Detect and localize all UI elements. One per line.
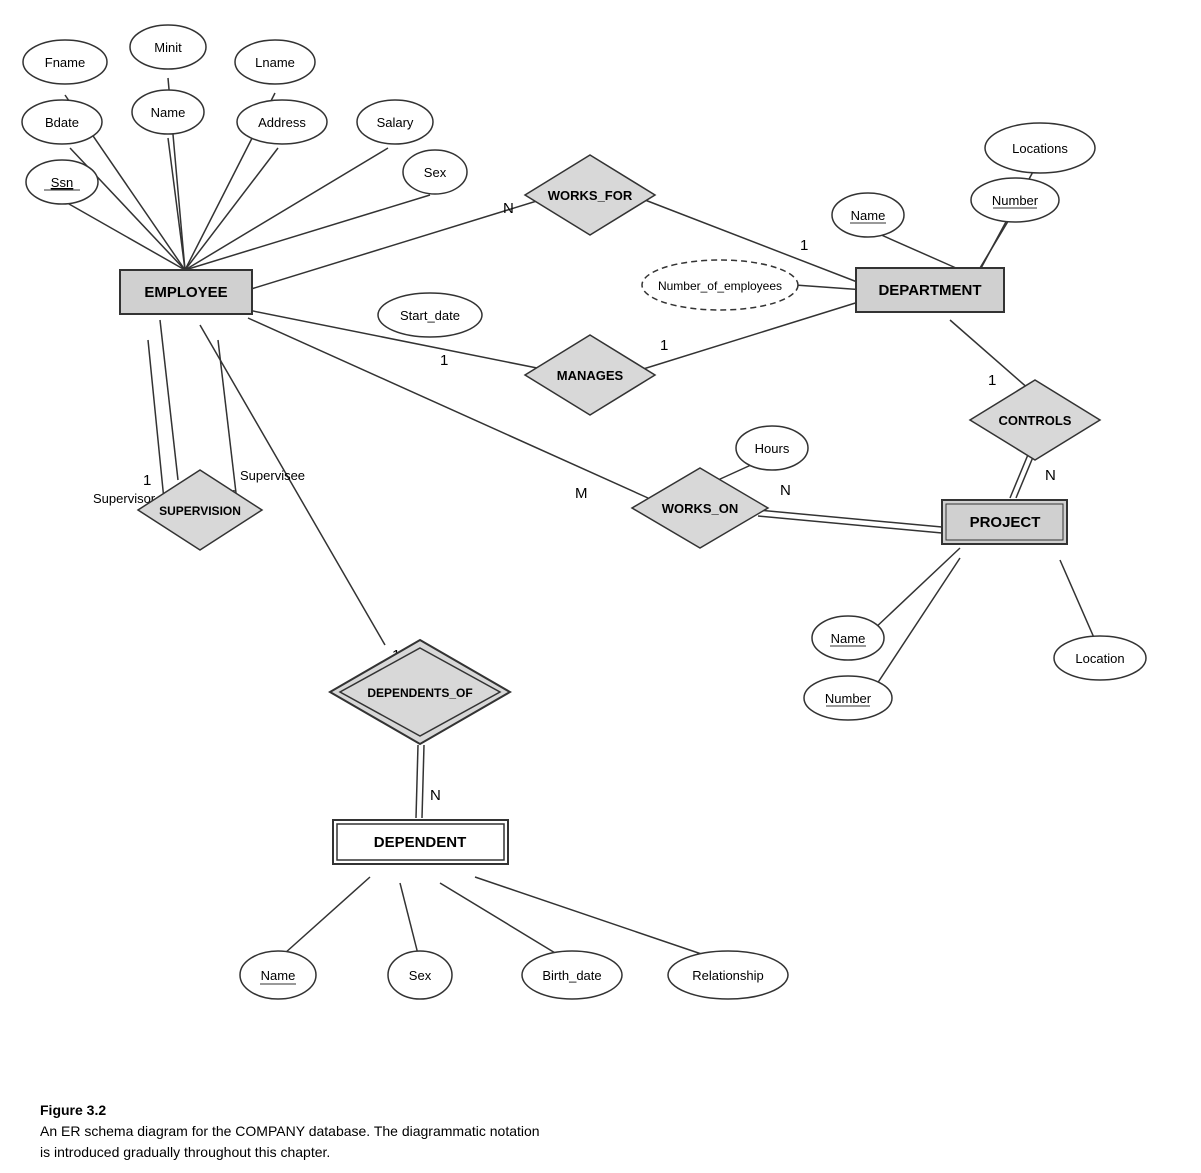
works-on-label: WORKS_ON [662, 501, 739, 516]
manages-right-1-label: 1 [660, 337, 668, 354]
manages-left-1-label: 1 [440, 352, 448, 369]
sex-emp-label: Sex [424, 165, 447, 180]
proj-location-label: Location [1075, 651, 1124, 666]
dependents-of-n-label: N [430, 787, 441, 804]
proj-number-label: Number [825, 691, 872, 706]
supervision-1-label: 1 [143, 472, 151, 489]
supervisee-label: Supervisee [240, 468, 305, 483]
employee-label: EMPLOYEE [144, 284, 227, 301]
works-on-m-label: M [575, 485, 588, 502]
manages-label: MANAGES [557, 368, 624, 383]
controls-1-label: 1 [988, 372, 996, 389]
address-label: Address [258, 115, 306, 130]
start-date-label: Start_date [400, 308, 460, 323]
er-diagram-svg: N 1 1 1 M N 1 N 1 N 1 N Supervisor Super… [0, 0, 1201, 1100]
dept-name-label: Name [851, 208, 886, 223]
dependents-of-label: DEPENDENTS_OF [367, 686, 472, 700]
dep-rel-label: Relationship [692, 968, 764, 983]
bdate-label: Bdate [45, 115, 79, 130]
proj-name-label: Name [831, 631, 866, 646]
works-for-1-label: 1 [800, 237, 808, 254]
caption-line2: is introduced gradually throughout this … [40, 1142, 1201, 1163]
dependent-label: DEPENDENT [374, 834, 467, 851]
emp-name-label: Name [151, 105, 186, 120]
salary-label: Salary [377, 115, 414, 130]
project-label: PROJECT [970, 514, 1041, 531]
dept-number-label: Number [992, 193, 1039, 208]
fname-label: Fname [45, 55, 85, 70]
figure-caption: Figure 3.2 An ER schema diagram for the … [40, 1100, 1201, 1163]
locations-label: Locations [1012, 141, 1068, 156]
dep-sex-label: Sex [409, 968, 432, 983]
controls-n-label: N [1045, 467, 1056, 484]
department-label: DEPARTMENT [878, 282, 981, 299]
caption-line1: An ER schema diagram for the COMPANY dat… [40, 1121, 1201, 1142]
dep-name-label: Name [261, 968, 296, 983]
hours-label: Hours [755, 441, 790, 456]
minit-label: Minit [154, 40, 182, 55]
dep-bdate-label: Birth_date [542, 968, 601, 983]
controls-label: CONTROLS [999, 413, 1072, 428]
works-for-label: WORKS_FOR [548, 188, 633, 203]
num-employees-label: Number_of_employees [658, 279, 782, 293]
lname-label: Lname [255, 55, 295, 70]
figure-label: Figure 3.2 [40, 1100, 1201, 1121]
er-diagram-container: N 1 1 1 M N 1 N 1 N 1 N Supervisor Super… [0, 0, 1201, 1100]
ssn-label: Ssn [51, 175, 73, 190]
works-on-n-label: N [780, 482, 791, 499]
supervision-label: SUPERVISION [159, 504, 241, 518]
works-for-n-label: N [503, 200, 514, 217]
